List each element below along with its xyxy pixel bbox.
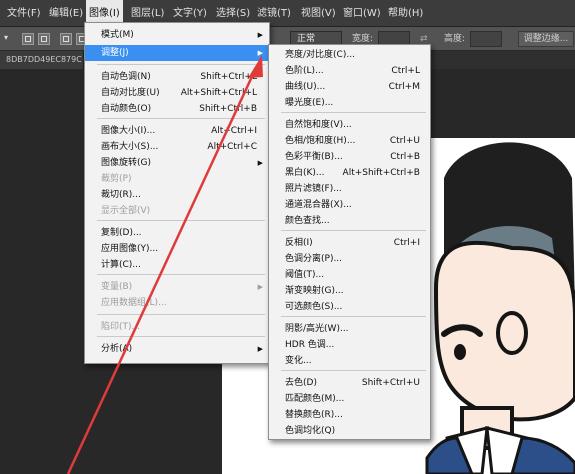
annotation-arrow [66, 55, 263, 474]
arrow-head-icon [248, 55, 263, 78]
